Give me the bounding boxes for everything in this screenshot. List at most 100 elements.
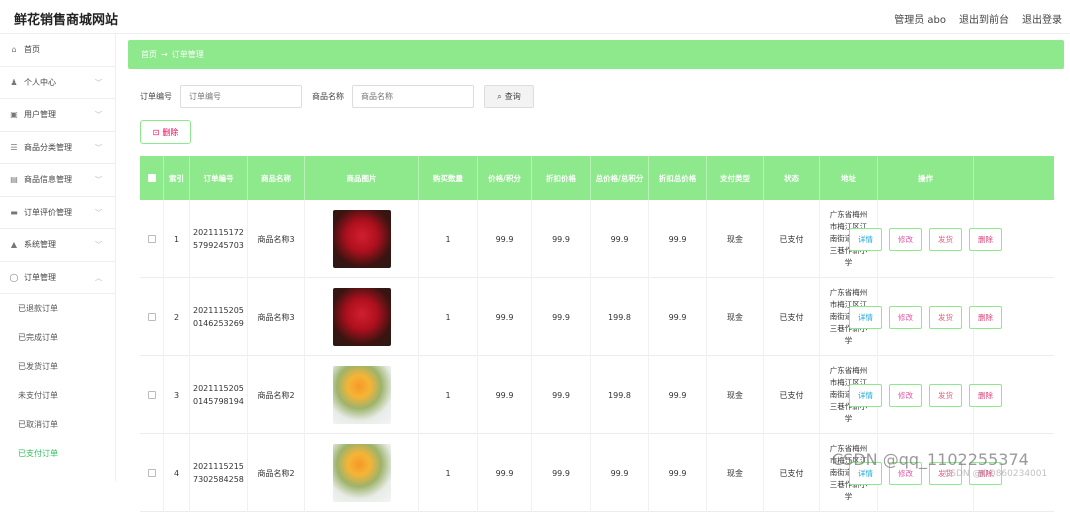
row-select-cell[interactable] — [140, 356, 164, 434]
status-value: 已支付 — [779, 312, 804, 322]
delete-button[interactable]: 删除 — [969, 305, 1002, 329]
edit-button[interactable]: 修改 — [889, 305, 922, 329]
order-number-part: 0146253269 — [193, 319, 244, 328]
price-value: 99.9 — [495, 312, 514, 322]
column-header: 状态 — [764, 156, 820, 200]
detail-button[interactable]: 详情 — [849, 305, 882, 329]
table-cell: 1 — [419, 200, 478, 278]
index-value: 3 — [173, 390, 180, 400]
order-number-part: 7302584258 — [193, 475, 244, 484]
sidebar-item-label: 首页 — [24, 45, 40, 55]
status-value: 已支付 — [779, 390, 804, 400]
table-cell: 99.9 — [478, 200, 532, 278]
select-all-checkbox[interactable] — [147, 174, 156, 182]
sidebar-item[interactable]: ▲ 系统管理 ﹀ — [0, 229, 115, 262]
bulk-delete-button[interactable]: ⊡ 删除 — [140, 120, 191, 144]
row-checkbox[interactable] — [147, 469, 156, 477]
back-to-front-link[interactable]: 退出到前台 — [959, 11, 1009, 26]
edit-button[interactable]: 修改 — [889, 227, 922, 251]
breadcrumb: 首页 → 订单管理 — [128, 40, 1064, 69]
table-cell: 199.8 — [591, 356, 649, 434]
table-cell: 已支付 — [764, 200, 820, 278]
top-links: 管理员 abo 退出到前台 退出登录 — [894, 11, 1062, 26]
trash-icon: ⊡ — [152, 127, 160, 137]
table-cell: 商品名称2 — [248, 434, 305, 512]
ship-button[interactable]: 发货 — [929, 227, 962, 251]
table-cell: 99.9 — [478, 434, 532, 512]
table-cell: 99.9 — [478, 356, 532, 434]
column-header: 购买数量 — [419, 156, 478, 200]
table-cell: 已支付 — [764, 434, 820, 512]
table-cell — [305, 278, 419, 356]
product-image — [332, 366, 391, 424]
total-value: 99.9 — [610, 468, 629, 478]
order-number: 2021115205 0145798194 — [193, 382, 244, 408]
delete-button[interactable]: 删除 — [969, 227, 1002, 251]
table-cell — [305, 356, 419, 434]
qty-value: 1 — [445, 312, 451, 322]
table-cell: 2021115205 0145798194 — [190, 356, 248, 434]
row-select-cell[interactable] — [140, 278, 164, 356]
query-button[interactable]: ⌕ 查询 — [484, 85, 534, 108]
qty-value: 1 — [445, 468, 451, 478]
column-header: 支付类型 — [707, 156, 764, 200]
row-checkbox[interactable] — [147, 235, 156, 243]
row-select-cell[interactable] — [140, 200, 164, 278]
table-cell: 1 — [419, 434, 478, 512]
product-image — [332, 210, 391, 268]
column-header: 商品名称 — [248, 156, 305, 200]
ship-button[interactable]: 发货 — [929, 305, 962, 329]
table-cell: 商品名称2 — [248, 356, 305, 434]
sidebar-subitem[interactable]: 已发货订单 — [0, 352, 115, 381]
search-bar: 订单编号 商品名称 ⌕ 查询 — [140, 85, 534, 108]
sidebar-subitem[interactable]: 已取消订单 — [0, 410, 115, 439]
product-name-input[interactable] — [352, 85, 474, 108]
row-select-cell[interactable] — [140, 434, 164, 512]
discount-value: 99.9 — [552, 468, 570, 478]
sidebar-item[interactable]: ◯ 订单管理 ︿ — [0, 262, 115, 294]
detail-button[interactable]: 详情 — [849, 227, 882, 251]
chevron-down-icon: ﹀ — [95, 78, 102, 87]
sidebar-item-label: 个人中心 — [24, 77, 56, 87]
table-cell: 详情 修改 发货 删除 — [849, 278, 1002, 356]
sidebar-subitem[interactable]: 未支付订单 — [0, 381, 115, 410]
sidebar-item-label: 商品分类管理 — [24, 142, 72, 152]
row-checkbox[interactable] — [147, 313, 156, 321]
row-checkbox[interactable] — [147, 391, 156, 399]
logout-link[interactable]: 退出登录 — [1022, 11, 1062, 26]
breadcrumb-home[interactable]: 首页 — [141, 49, 157, 60]
sidebar-item[interactable]: ⌂ 首页 — [0, 34, 115, 67]
index-value: 4 — [173, 468, 180, 478]
detail-button[interactable]: 详情 — [849, 383, 882, 407]
discount-value: 99.9 — [552, 312, 570, 322]
order-no-label: 订单编号 — [140, 92, 172, 101]
sidebar-subitem[interactable]: 已支付订单 — [0, 439, 115, 468]
user-icon: ♟ — [10, 77, 18, 87]
select-all-cell[interactable] — [140, 156, 164, 200]
discount_total-value: 99.9 — [668, 390, 687, 400]
sidebar-subitem[interactable]: 已退款订单 — [0, 294, 115, 323]
ship-button[interactable]: 发货 — [929, 383, 962, 407]
order-number-part: 2021115172 — [193, 228, 244, 237]
sidebar-item[interactable]: ☰ 商品分类管理 ﹀ — [0, 132, 115, 164]
chevron-down-icon: ﹀ — [95, 241, 102, 249]
product-icon: ▤ — [10, 175, 18, 185]
pay-value: 现金 — [727, 234, 743, 244]
price-value: 99.9 — [495, 468, 514, 478]
sidebar-item[interactable]: ▤ 商品信息管理 ﹀ — [0, 164, 115, 197]
sidebar-item[interactable]: ▣ 用户管理 ﹀ — [0, 99, 115, 132]
table-cell: 99.9 — [532, 356, 591, 434]
table-cell: 4 — [164, 434, 190, 512]
sidebar-item-label: 商品信息管理 — [24, 175, 72, 185]
index-value: 1 — [173, 234, 180, 244]
sidebar-item[interactable]: ♟ 个人中心 ﹀ — [0, 67, 115, 99]
table-cell: 已支付 — [764, 278, 820, 356]
sidebar-item[interactable]: ▬ 订单评价管理 ﹀ — [0, 197, 115, 229]
delete-button[interactable]: 删除 — [969, 383, 1002, 407]
order-no-input[interactable] — [180, 85, 302, 108]
sidebar-subitem[interactable]: 已完成订单 — [0, 323, 115, 352]
home-icon: ⌂ — [11, 45, 17, 55]
name-value: 商品名称2 — [257, 390, 295, 400]
price-value: 99.9 — [495, 234, 514, 244]
edit-button[interactable]: 修改 — [889, 383, 922, 407]
